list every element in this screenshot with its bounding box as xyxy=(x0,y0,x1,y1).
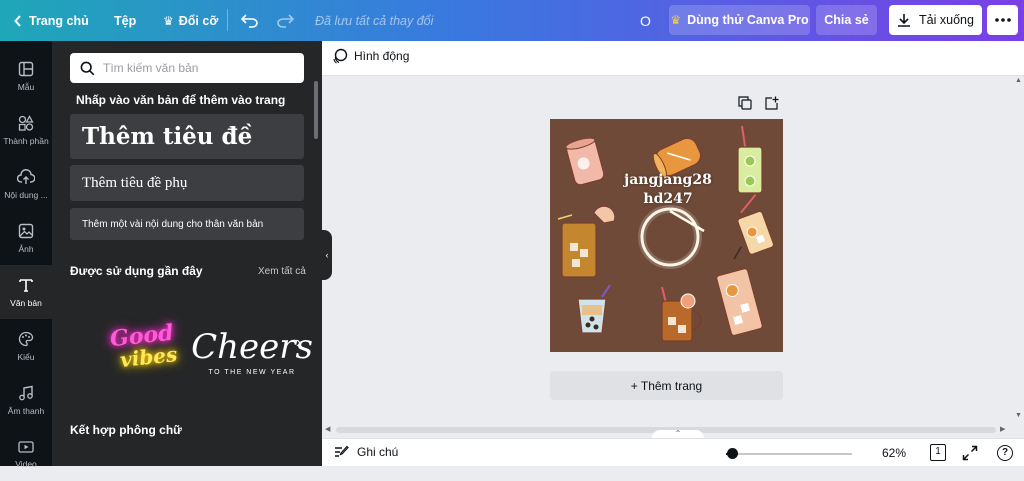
add-page-icon[interactable] xyxy=(765,96,779,115)
side-nav: Mẫu Thành phần Nội dung ... Ảnh Văn bản … xyxy=(0,41,52,469)
page-count[interactable]: 1 xyxy=(930,444,946,461)
animate-button[interactable]: Hình động xyxy=(332,48,409,64)
top-bar: Trang chủ Tệp ♛ Đổi cỡ Đã lưu tất cả tha… xyxy=(0,0,1024,41)
fullscreen-icon[interactable] xyxy=(962,445,978,466)
download-icon xyxy=(898,14,911,27)
add-page-button[interactable]: + Thêm trang xyxy=(550,371,783,400)
home-button[interactable]: Trang chủ xyxy=(14,0,89,41)
scroll-right-icon[interactable]: ▶ xyxy=(1000,425,1005,433)
design-canvas[interactable]: jangjang28 hd247 xyxy=(550,119,783,352)
cloud-upload-icon xyxy=(17,168,35,184)
text-panel: Nhấp vào văn bản để thêm vào trang Thêm … xyxy=(52,41,322,466)
add-subheading-button[interactable]: Thêm tiêu đề phụ xyxy=(70,165,304,201)
vertical-scrollbar[interactable]: ▲ ▼ xyxy=(1012,76,1024,426)
nav-label: Nội dung ... xyxy=(4,189,48,200)
nav-label: Mẫu xyxy=(17,81,35,92)
context-toolbar: Hình động xyxy=(322,41,1024,76)
nav-text[interactable]: Văn bản xyxy=(0,265,52,319)
scroll-left-icon[interactable]: ◀ xyxy=(325,425,330,433)
text-icon xyxy=(19,278,33,292)
notes-button[interactable]: Ghi chú xyxy=(334,445,398,459)
canvas-text-line: hd247 xyxy=(643,191,693,207)
zoom-slider[interactable] xyxy=(726,453,852,455)
save-status: Đã lưu tất cả thay đổi xyxy=(315,13,434,28)
nav-styles[interactable]: Kiểu xyxy=(0,319,52,373)
palette-icon xyxy=(18,331,34,346)
see-all-link[interactable]: Xem tất cả xyxy=(258,266,306,277)
nav-label: Văn bản xyxy=(10,297,42,308)
search-icon xyxy=(80,61,95,75)
bottom-toolbar: Ghi chú 62% 1 ? xyxy=(322,438,1024,466)
resize-label: Đổi cỡ xyxy=(178,13,219,28)
shapes-icon xyxy=(18,114,34,131)
zoom-level[interactable]: 62% xyxy=(882,446,906,460)
nav-label: Âm thanh xyxy=(7,405,45,416)
try-pro-label: Dùng thử Canva Pro xyxy=(687,13,809,27)
recent-item-cheers[interactable]: Cheers TO THE NEW YEAR xyxy=(191,311,313,391)
canvas-text-line: jangjang28 xyxy=(624,172,712,188)
search-input[interactable] xyxy=(103,61,293,75)
layout-icon xyxy=(18,61,34,76)
help-button[interactable]: ? xyxy=(997,445,1013,461)
drinks-illustration xyxy=(557,125,775,342)
search-box[interactable] xyxy=(70,53,304,83)
scroll-down-icon[interactable]: ▼ xyxy=(1015,412,1022,419)
share-button[interactable]: Chia sẻ xyxy=(816,5,877,35)
animate-label: Hình động xyxy=(354,49,410,63)
nav-audio[interactable]: Âm thanh xyxy=(0,373,52,427)
notes-label: Ghi chú xyxy=(357,445,399,459)
font-combos-title: Kết hợp phông chữ xyxy=(70,423,182,437)
zoom-slider-handle[interactable] xyxy=(726,448,738,459)
file-menu[interactable]: Tệp xyxy=(114,0,136,41)
ellipsis-icon xyxy=(994,18,1011,22)
sticker-text: TO THE NEW YEAR xyxy=(208,368,296,376)
canvas-text-box[interactable]: jangjang28 hd247 xyxy=(598,171,738,209)
panel-hint: Nhấp vào văn bản để thêm vào trang xyxy=(76,93,286,107)
try-pro-button[interactable]: ♛ Dùng thử Canva Pro xyxy=(669,5,810,35)
nav-label: Ảnh xyxy=(18,243,34,254)
expand-pages-button[interactable]: ⌃ xyxy=(652,430,704,438)
music-note-icon xyxy=(19,385,33,400)
divider xyxy=(227,9,228,31)
undo-icon[interactable] xyxy=(241,0,259,41)
resize-button[interactable]: ♛ Đổi cỡ xyxy=(163,0,218,41)
nav-label: Thành phần xyxy=(3,135,49,146)
duplicate-page-icon[interactable] xyxy=(738,96,752,115)
download-button[interactable]: Tải xuống xyxy=(889,5,982,35)
download-label: Tải xuống xyxy=(919,13,974,27)
sticker-text: Cheers xyxy=(191,326,313,367)
recent-section-title: Được sử dụng gần đây xyxy=(70,264,203,278)
image-icon xyxy=(18,223,34,238)
chevron-right-icon[interactable]: › xyxy=(296,334,301,352)
more-options-button[interactable] xyxy=(987,5,1018,35)
collapse-panel-button[interactable]: ‹ xyxy=(322,230,332,280)
nav-uploads[interactable]: Nội dung ... xyxy=(0,157,52,211)
redo-icon[interactable] xyxy=(276,0,294,41)
panel-scrollbar[interactable] xyxy=(314,81,318,139)
crown-icon: ♛ xyxy=(163,13,174,28)
home-label: Trang chủ xyxy=(29,13,89,28)
user-avatar[interactable]: O xyxy=(640,0,651,41)
nav-label: Kiểu xyxy=(17,351,35,362)
notes-icon xyxy=(335,445,349,457)
add-body-text-button[interactable]: Thêm một vài nội dung cho thân văn bản xyxy=(70,208,304,240)
nav-templates[interactable]: Mẫu xyxy=(0,49,52,103)
video-icon xyxy=(18,440,34,453)
animate-icon xyxy=(333,48,348,64)
nav-label: Video xyxy=(15,458,37,469)
nav-elements[interactable]: Thành phần xyxy=(0,103,52,157)
nav-photos[interactable]: Ảnh xyxy=(0,211,52,265)
chevron-left-icon xyxy=(14,14,21,27)
add-heading-button[interactable]: Thêm tiêu đề xyxy=(70,114,304,159)
crown-icon: ♛ xyxy=(670,13,682,27)
recent-item-good-vibes[interactable]: Good vibes xyxy=(82,311,202,381)
scroll-up-icon[interactable]: ▲ xyxy=(1015,77,1022,84)
sticker-text: vibes xyxy=(119,342,179,372)
nav-video[interactable]: Video xyxy=(0,427,52,481)
